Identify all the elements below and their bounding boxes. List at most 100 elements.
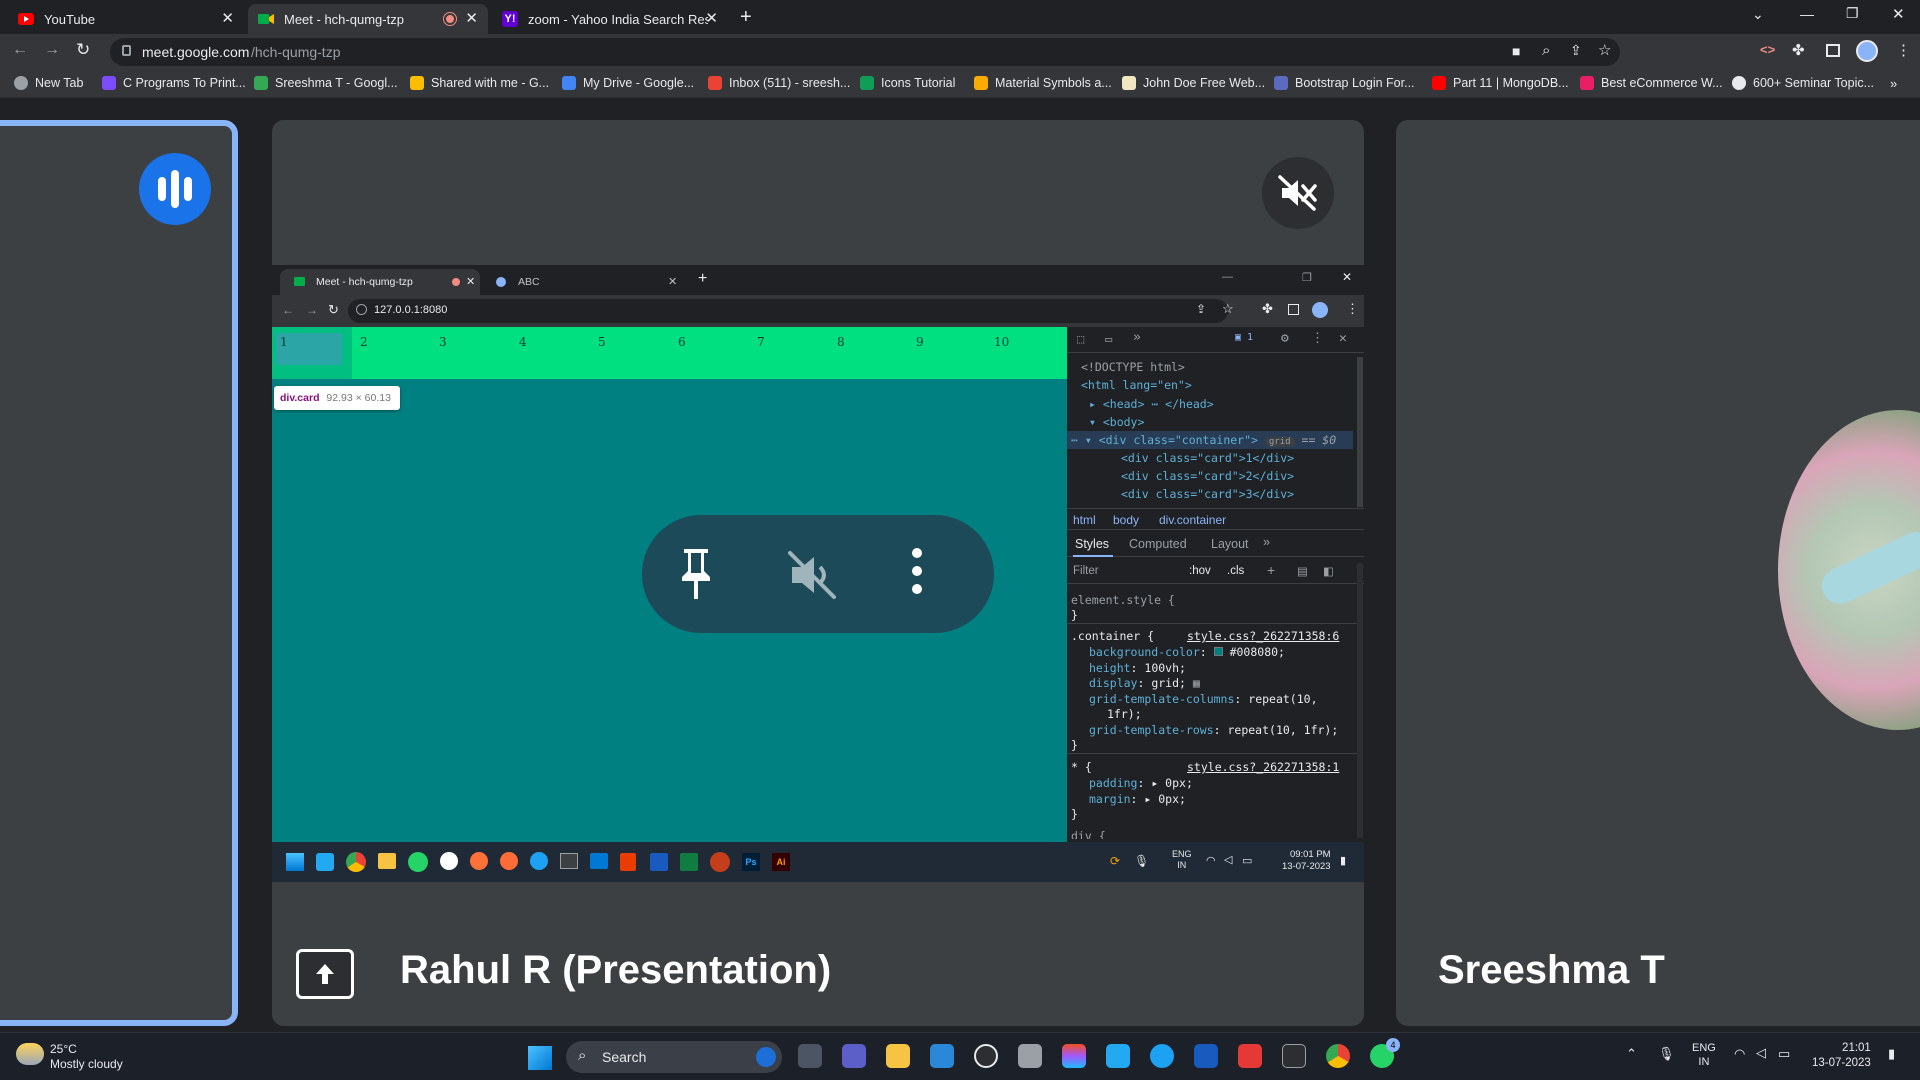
clock[interactable]: 21:01 13-07-2023 (1812, 1041, 1871, 1071)
add-rule-icon: + (1267, 562, 1276, 578)
chevron-up-icon[interactable]: ⌃ (1626, 1046, 1637, 1062)
close-window-icon[interactable]: ✕ (1892, 5, 1905, 23)
restore-icon[interactable]: ❐ (1846, 5, 1859, 22)
language-indicator[interactable]: ENG IN (1692, 1041, 1716, 1069)
bookmark-item[interactable]: Part 11 | MongoDB... (1432, 76, 1569, 90)
grid-number: 3 (439, 335, 447, 349)
dom-line: ▸ <head> ⋯ </head> (1089, 397, 1214, 411)
more-options-icon[interactable] (910, 547, 924, 600)
restore-icon: ❐ (1302, 272, 1312, 284)
terminal-icon[interactable] (1282, 1044, 1306, 1068)
volume-icon: ◁ (1224, 854, 1233, 866)
bookmark-item[interactable]: Best eCommerce W... (1580, 76, 1723, 90)
css-line: display: grid; ▦ (1089, 676, 1200, 690)
grid-number: 8 (837, 335, 845, 349)
css-line: grid-template-columns: repeat(10, (1089, 692, 1318, 706)
dell-icon[interactable] (974, 1044, 998, 1068)
devtools-panel: ⬚ ▭ » ▣ 1 ⚙ ⋮ ✕ <!DOCTYPE html> <html la… (1067, 327, 1364, 842)
mic-icon[interactable]: 🎙 (1658, 1046, 1675, 1062)
bookmark-item[interactable]: C Programs To Print... (102, 76, 246, 90)
tab-youtube[interactable]: YouTube ✕ (8, 4, 244, 34)
word-icon[interactable] (1194, 1044, 1218, 1068)
grid-container-highlight: 1 2 3 4 5 6 7 8 9 10 (272, 327, 1067, 379)
vscode-icon[interactable] (1106, 1044, 1130, 1068)
more-tabs-icon: » (1263, 535, 1270, 549)
task-view-icon[interactable] (798, 1044, 822, 1068)
close-icon[interactable]: ✕ (465, 11, 478, 26)
styles-tabs: Styles Computed Layout » (1067, 531, 1364, 557)
pin-icon[interactable] (676, 545, 716, 606)
bookmark-item[interactable]: Sreeshma T - Googl... (254, 76, 398, 90)
present-screen-icon (296, 949, 354, 999)
zoom-icon[interactable]: ⌕ (1542, 42, 1550, 59)
chevron-down-icon[interactable]: ⌄ (1752, 6, 1764, 23)
weather-desc[interactable]: Mostly cloudy (50, 1057, 123, 1071)
grid-number: 10 (994, 335, 1010, 349)
css-line: } (1071, 807, 1078, 821)
bookmark-item[interactable]: My Drive - Google... (562, 76, 694, 90)
forward-icon[interactable]: → (44, 41, 60, 59)
self-tile[interactable] (0, 120, 238, 1026)
edge-icon[interactable] (1150, 1044, 1174, 1068)
figma-icon[interactable] (1062, 1044, 1086, 1068)
anydesk-icon[interactable] (1238, 1044, 1262, 1068)
grid-number: 9 (916, 335, 924, 349)
bookmark-item[interactable]: Shared with me - G... (410, 76, 549, 90)
notification-icon: ▮ (1340, 855, 1347, 867)
close-icon[interactable]: ✕ (221, 11, 234, 26)
app-icon[interactable] (1018, 1044, 1042, 1068)
file-explorer-icon[interactable] (886, 1044, 910, 1068)
excel-icon (680, 853, 698, 871)
sync-icon: ⟳ (1110, 854, 1121, 868)
chrome-icon[interactable] (1326, 1044, 1350, 1068)
reload-icon[interactable]: ↻ (76, 40, 90, 60)
extensions-icon[interactable]: ✤ (1792, 41, 1805, 59)
side-panel-icon[interactable] (1826, 44, 1840, 57)
weather-temp[interactable]: 25°C (50, 1042, 77, 1056)
menu-icon[interactable]: ⋮ (1896, 41, 1911, 59)
start-icon[interactable] (528, 1046, 552, 1070)
bookmark-item[interactable]: John Doe Free Web... (1122, 76, 1265, 90)
minimize-icon[interactable]: — (1800, 6, 1814, 22)
bookmark-item[interactable]: Material Symbols a... (974, 76, 1112, 90)
language-indicator: ENG IN (1172, 849, 1192, 870)
more-bookmarks-icon[interactable]: » (1890, 76, 1897, 91)
avatar[interactable] (1856, 40, 1878, 62)
search-input[interactable]: ⌕ Search (566, 1041, 782, 1073)
mute-participant-icon[interactable] (786, 549, 838, 606)
bookmark-item[interactable]: Bootstrap Login For... (1274, 76, 1415, 90)
tab-meet[interactable]: Meet - hch-qumg-tzp ✕ (248, 4, 488, 34)
volume-icon[interactable]: ◁ (1756, 1045, 1766, 1061)
close-icon[interactable]: ✕ (705, 11, 718, 26)
store-icon[interactable] (930, 1044, 954, 1068)
grid-number: 4 (519, 335, 527, 349)
new-tab-icon[interactable]: + (740, 6, 752, 29)
address-bar[interactable]: meet.google.com /hch-qumg-tzp ■ ⌕ ⇪ ☆ (110, 38, 1620, 66)
css-line: } (1071, 608, 1078, 622)
bookmark-item[interactable]: New Tab (14, 76, 83, 90)
back-icon[interactable]: ← (12, 41, 28, 59)
photoshop-icon: Ps (742, 853, 760, 871)
bing-icon (756, 1047, 776, 1067)
notification-icon[interactable]: ▮ (1888, 1046, 1895, 1062)
new-tab-icon: + (698, 270, 708, 287)
bookmark-item[interactable]: 600+ Seminar Topic... (1732, 76, 1874, 90)
chrome-icon (346, 852, 366, 872)
bookmark-item[interactable]: Inbox (511) - sreesh... (708, 76, 850, 90)
bookmark-star-icon[interactable]: ☆ (1598, 41, 1611, 59)
participant-avatar-photo (1778, 410, 1920, 730)
code-extension-icon[interactable]: <> (1760, 42, 1775, 57)
bookmark-item[interactable]: Icons Tutorial (860, 76, 955, 90)
tab-yahoo[interactable]: Y! zoom - Yahoo India Search Resul ✕ (492, 4, 728, 34)
participant-tile[interactable] (1396, 120, 1920, 1026)
camera-icon[interactable]: ■ (1512, 43, 1520, 59)
css-source-link: style.css?_262271358:1 (1187, 760, 1340, 774)
recording-icon (444, 13, 456, 25)
weather-icon[interactable] (16, 1043, 44, 1065)
teams-icon[interactable] (842, 1044, 866, 1068)
wifi-icon[interactable]: ◠ (1734, 1046, 1745, 1062)
grid-number: 7 (757, 335, 765, 349)
shared-windows-taskbar: Ps Ai ⟳ 🎙 ENG IN ◠ ◁ ▭ 09:01 PM 13-07-2023… (272, 842, 1364, 882)
battery-icon[interactable]: ▭ (1778, 1046, 1790, 1062)
share-icon[interactable]: ⇪ (1570, 42, 1582, 59)
